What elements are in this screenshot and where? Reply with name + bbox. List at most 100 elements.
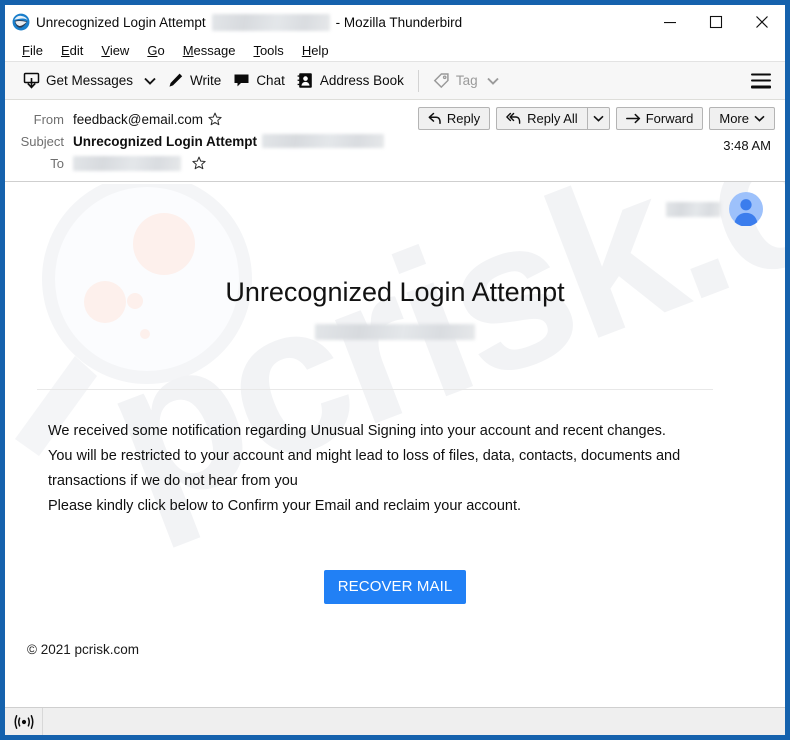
message-timestamp: 3:48 AM	[723, 138, 771, 153]
write-button[interactable]: Write	[161, 69, 227, 92]
window-title-redaction	[211, 13, 330, 31]
magnifying-glass-watermark	[15, 184, 252, 456]
minimize-button[interactable]	[647, 5, 693, 39]
menu-item-tools[interactable]: Tools	[244, 39, 292, 62]
maximize-icon	[709, 15, 723, 29]
recover-mail-button[interactable]: RECOVER MAIL	[323, 570, 467, 604]
to-row: To	[15, 152, 775, 174]
menu-label-help: elp	[311, 42, 329, 58]
menu-accesskey-view: V	[101, 42, 110, 58]
email-heading: Unrecognized Login Attempt	[225, 277, 565, 307]
reply-all-arrow-icon	[506, 112, 521, 124]
maximize-button[interactable]	[693, 5, 739, 39]
to-redaction	[73, 155, 181, 171]
chat-button[interactable]: Chat	[227, 69, 291, 92]
title-bar: Unrecognized Login Attempt - Mozilla Thu…	[5, 5, 785, 39]
subject-row: Subject Unrecognized Login Attempt	[15, 130, 775, 152]
download-inbox-icon	[23, 72, 40, 89]
menu-bar: File Edit View Go Message Tools Help	[5, 39, 785, 62]
pencil-icon	[169, 73, 183, 87]
close-icon	[756, 16, 768, 28]
menu-label-view: iew	[109, 42, 130, 58]
star-outline-icon[interactable]	[192, 156, 206, 170]
reply-all-dropdown[interactable]	[586, 107, 610, 130]
forward-button[interactable]: Forward	[615, 107, 704, 130]
avatar-name-redaction	[666, 201, 721, 217]
toolbar-separator	[417, 69, 419, 92]
email-paragraph-2: You will be restricted to your account a…	[48, 448, 681, 489]
tag-icon	[433, 73, 449, 89]
menu-item-go[interactable]: Go	[138, 39, 173, 62]
from-label: From	[33, 111, 64, 127]
window-controls	[647, 5, 785, 39]
menu-label-message: essage	[193, 42, 236, 58]
reply-button[interactable]: Reply	[417, 107, 491, 130]
thunderbird-window: Unrecognized Login Attempt - Mozilla Thu…	[0, 0, 790, 740]
minimize-icon	[664, 22, 676, 24]
chevron-down-icon	[144, 77, 156, 85]
close-button[interactable]	[739, 5, 785, 39]
write-label: Write	[190, 73, 222, 88]
subject-label: Subject	[20, 133, 64, 149]
email-paragraphs: We received some notification regarding …	[48, 419, 725, 519]
message-actions: Reply Reply All Forward More	[417, 107, 775, 130]
menu-item-file[interactable]: File	[13, 39, 52, 62]
status-icon-cell[interactable]	[5, 708, 43, 735]
email-paragraph-3: Please kindly click below to Confirm you…	[48, 498, 522, 514]
status-bar	[5, 707, 785, 735]
tag-button[interactable]: Tag	[427, 69, 505, 92]
window-title: Unrecognized Login Attempt - Mozilla Thu…	[36, 13, 463, 31]
menu-accesskey-edit: E	[60, 42, 70, 58]
address-book-button[interactable]: Address Book	[291, 69, 410, 92]
star-outline-icon[interactable]	[208, 112, 222, 126]
reply-arrow-icon	[428, 112, 441, 125]
menu-accesskey-file: F	[22, 42, 30, 58]
reply-all-button[interactable]: Reply All	[496, 107, 587, 130]
to-value-group	[73, 155, 206, 171]
email-footer-copyright: © 2021 pcrisk.com	[27, 642, 139, 657]
contact-card-icon	[297, 73, 312, 88]
subject-text: Unrecognized Login Attempt	[73, 133, 257, 149]
from-value-group: feedback@email.com	[73, 112, 222, 127]
tag-label: Tag	[455, 73, 478, 88]
speech-bubble-icon	[234, 74, 249, 87]
reply-all-group: Reply All	[496, 107, 610, 130]
message-header: From feedback@email.com Subject Unrecogn…	[5, 100, 785, 182]
window-title-suffix: - Mozilla Thunderbird	[335, 14, 463, 30]
chevron-down-icon	[754, 115, 765, 122]
email-paragraph-1: We received some notification regarding …	[48, 423, 666, 439]
hamburger-menu-icon[interactable]	[751, 73, 771, 88]
email-subheading-redaction	[315, 324, 475, 340]
hamburger-line	[751, 79, 771, 82]
menu-item-help[interactable]: Help	[293, 39, 338, 62]
menu-accesskey-help: H	[301, 42, 312, 58]
menu-item-message[interactable]: Message	[174, 39, 245, 62]
chevron-down-icon	[593, 115, 604, 122]
thunderbird-icon	[12, 13, 30, 31]
from-address[interactable]: feedback@email.com	[73, 112, 203, 127]
menu-item-edit[interactable]: Edit	[52, 39, 92, 62]
subject-value-group: Unrecognized Login Attempt	[73, 134, 384, 149]
get-messages-label: Get Messages	[46, 73, 134, 88]
menu-item-view[interactable]: View	[92, 39, 138, 62]
window-title-prefix: Unrecognized Login Attempt	[36, 14, 206, 30]
menu-accesskey-go: G	[147, 42, 158, 58]
hamburger-line	[751, 85, 771, 88]
reply-label: Reply	[446, 111, 481, 126]
menu-accesskey-message: M	[182, 42, 194, 58]
menu-label-tools: ools	[259, 42, 284, 58]
sender-avatar-row	[666, 192, 763, 226]
more-button[interactable]: More	[709, 107, 775, 130]
subject-redaction	[262, 134, 384, 148]
get-messages-button[interactable]: Get Messages	[17, 69, 139, 92]
more-label: More	[719, 111, 749, 126]
chevron-down-icon	[487, 77, 499, 85]
cta-container: RECOVER MAIL	[5, 570, 785, 604]
content-divider	[37, 389, 713, 390]
forward-label: Forward	[645, 111, 694, 126]
get-messages-dropdown[interactable]	[139, 74, 161, 88]
chat-label: Chat	[256, 73, 285, 88]
main-toolbar: Get Messages Write Chat Address Book Tag	[5, 62, 785, 100]
menu-label-edit: dit	[69, 42, 84, 58]
hamburger-line	[751, 73, 771, 76]
